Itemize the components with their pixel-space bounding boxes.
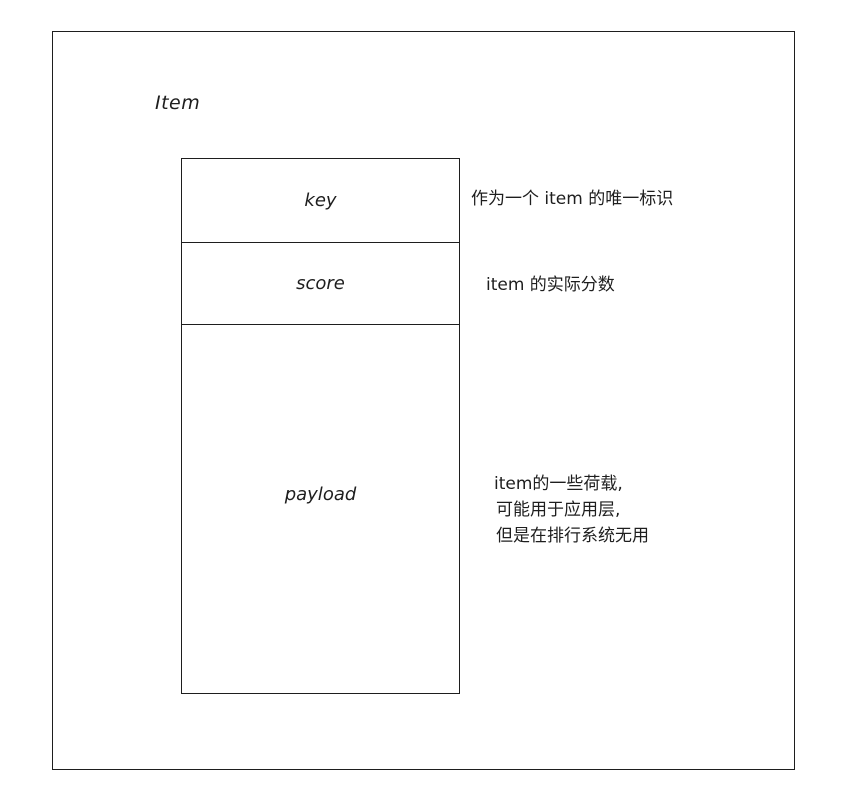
payload-description-line: item的一些荷载, xyxy=(494,474,623,494)
key-description: 作为一个 item 的唯一标识 xyxy=(471,189,674,209)
diagram-title: Item xyxy=(155,92,201,114)
score-description: item 的实际分数 xyxy=(486,275,615,295)
field-key: key xyxy=(304,190,337,211)
payload-description: item的一些荷载, 可能用于应用层, 但是在排行系统无用 xyxy=(494,471,649,549)
item-structure-box: key score payload xyxy=(181,158,460,694)
field-score: score xyxy=(296,273,345,294)
payload-description-line: 可能用于应用层, xyxy=(496,500,621,520)
payload-description-line: 但是在排行系统无用 xyxy=(496,526,649,546)
field-payload: payload xyxy=(284,483,357,505)
